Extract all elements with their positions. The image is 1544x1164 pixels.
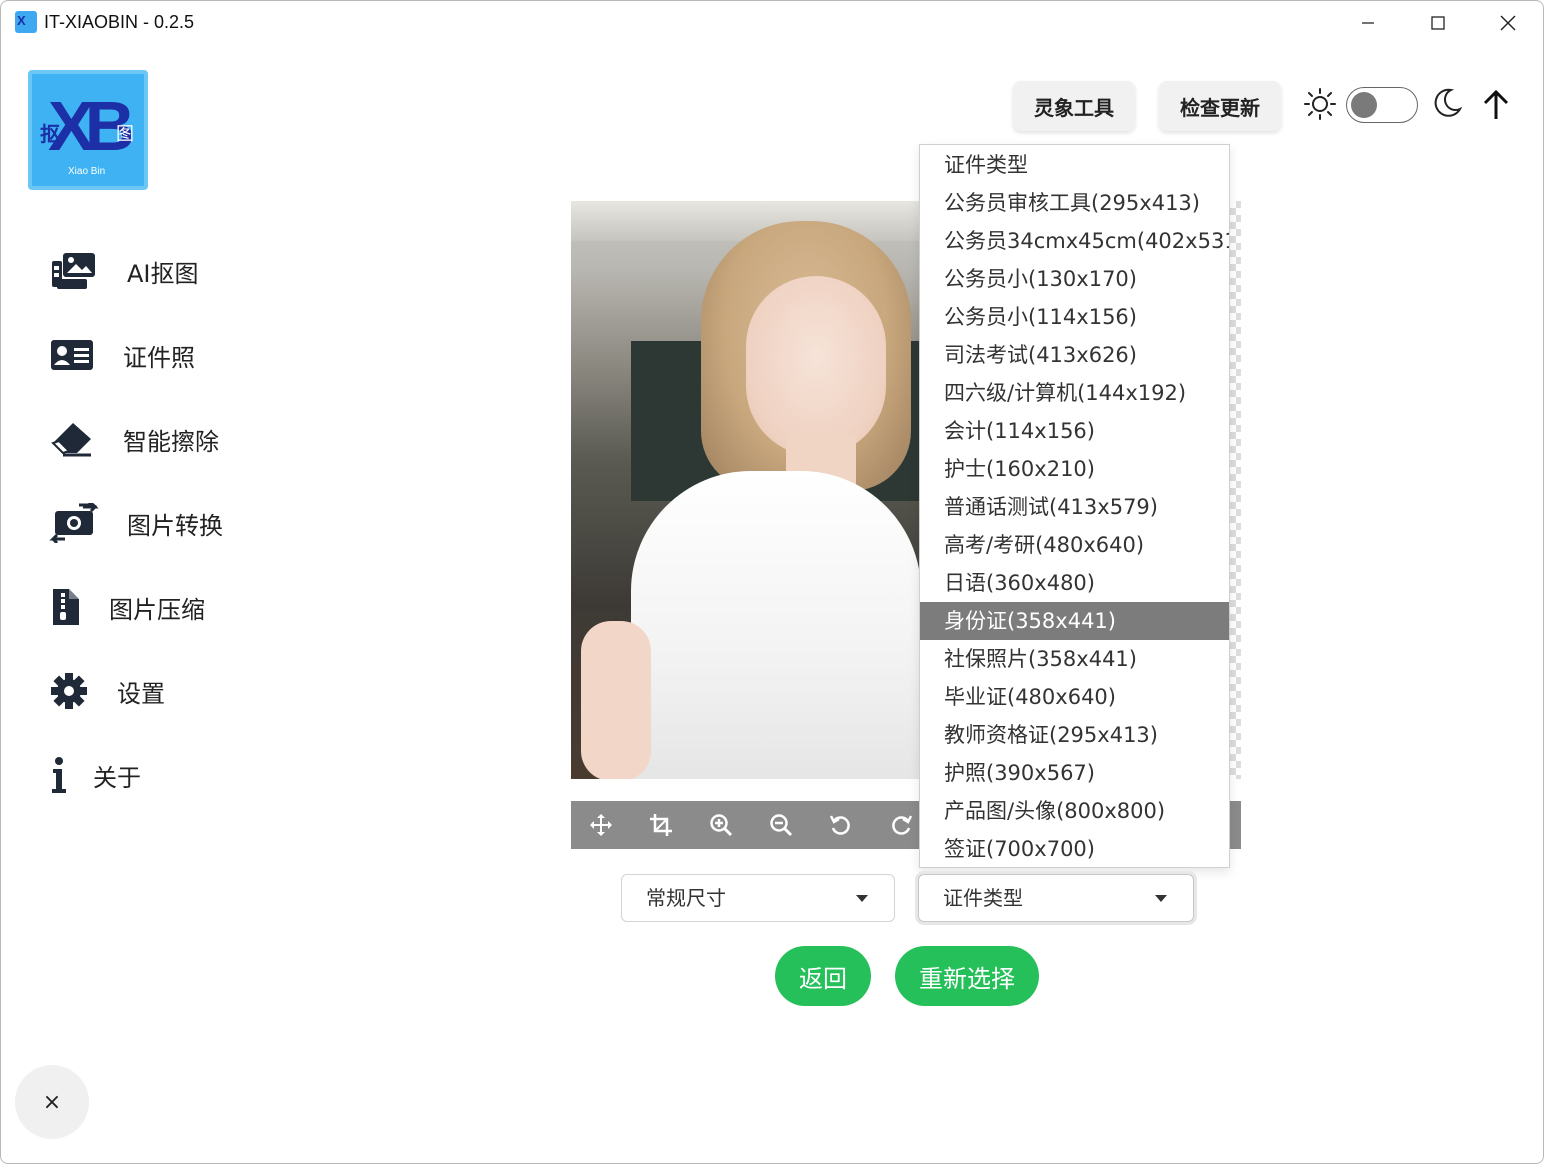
title-bar: X IT-XIAOBIN - 0.2.5 (1, 1, 1543, 45)
file-zip-icon (53, 589, 79, 625)
dropdown-item[interactable]: 身份证(358x441) (920, 602, 1229, 640)
rotate-left-button[interactable] (811, 801, 871, 849)
chevron-down-icon (1155, 895, 1167, 902)
zoom-in-button[interactable] (691, 801, 751, 849)
check-update-button[interactable]: 检查更新 (1159, 81, 1281, 131)
eraser-icon (51, 423, 91, 457)
photo-shirt (631, 471, 921, 779)
dropdown-item[interactable]: 护士(160x210) (920, 450, 1229, 488)
sidebar-item-smart-erase[interactable]: 智能擦除 (49, 409, 219, 469)
dropdown-item[interactable]: 签证(700x700) (920, 830, 1229, 868)
sidebar-item-image-compress[interactable]: 图片压缩 (49, 577, 205, 637)
dropdown-item[interactable]: 普通话测试(413x579) (920, 488, 1229, 526)
sidebar-item-ai-cutout[interactable]: AI抠图 (49, 241, 199, 301)
sidebar-item-label: AI抠图 (127, 259, 199, 288)
zoom-in-icon (710, 814, 733, 837)
app-window: X IT-XIAOBIN - 0.2.5 XB 抠 图 Xiao Bin AI抠… (0, 0, 1544, 1164)
size-select-value: 常规尺寸 (646, 886, 726, 910)
dropdown-item[interactable]: 产品图/头像(800x800) (920, 792, 1229, 830)
dropdown-item[interactable]: 日语(360x480) (920, 564, 1229, 602)
photo-arm (581, 621, 651, 779)
close-icon (1500, 15, 1516, 31)
window-title: IT-XIAOBIN - 0.2.5 (44, 12, 195, 32)
minimize-button[interactable] (1333, 1, 1403, 45)
dropdown-item[interactable]: 司法考试(413x626) (920, 336, 1229, 374)
dropdown-item[interactable]: 四六级/计算机(144x192) (920, 374, 1229, 412)
sidebar-item-label: 设置 (117, 679, 165, 708)
app-logo: XB 抠 图 Xiao Bin (28, 70, 148, 190)
dropdown-item[interactable]: 教师资格证(295x413) (920, 716, 1229, 754)
sidebar-item-label: 图片转换 (127, 511, 223, 540)
logo-right-char: 图 (116, 124, 134, 145)
minimize-icon (1362, 22, 1374, 24)
maximize-button[interactable] (1403, 1, 1473, 45)
dropdown-item[interactable]: 公务员小(114x156) (920, 298, 1229, 336)
dropdown-item[interactable]: 护照(390x567) (920, 754, 1229, 792)
photo-face (746, 276, 886, 456)
dropdown-item[interactable]: 社保照片(358x441) (920, 640, 1229, 678)
portrait-photo (571, 201, 921, 779)
size-select[interactable]: 常规尺寸 (621, 874, 895, 922)
sidebar-item-about[interactable]: 关于 (49, 745, 141, 805)
theme-toggle[interactable] (1346, 87, 1418, 123)
moon-icon[interactable] (1433, 87, 1463, 119)
crop-icon (650, 814, 672, 836)
sidebar-item-label: 图片压缩 (109, 595, 205, 624)
sidebar-item-label: 证件照 (123, 343, 195, 372)
dropdown-item[interactable]: 公务员小(130x170) (920, 260, 1229, 298)
toggle-knob (1351, 92, 1377, 118)
sidebar-item-settings[interactable]: 设置 (49, 661, 165, 721)
close-icon: × (42, 1089, 62, 1115)
logo-subtitle: Xiao Bin (68, 166, 106, 177)
zoom-out-button[interactable] (751, 801, 811, 849)
crop-tool-button[interactable] (631, 801, 691, 849)
app-icon: X (15, 11, 37, 33)
rotate-left-icon (829, 815, 850, 835)
gear-icon (51, 673, 87, 709)
back-button[interactable]: 返回 (775, 946, 871, 1006)
floating-close-button[interactable]: × (15, 1065, 89, 1139)
image-stack-icon (52, 253, 95, 289)
app-icon-glyph: X (17, 13, 26, 28)
arrow-up-icon[interactable] (1481, 89, 1511, 121)
dropdown-item[interactable]: 毕业证(480x640) (920, 678, 1229, 716)
id-type-dropdown-menu: 证件类型 公务员审核工具(295x413) 公务员34cmx45cm(402x531… (919, 144, 1230, 868)
chevron-down-icon (856, 895, 868, 902)
dropdown-item[interactable]: 公务员审核工具(295x413) (920, 184, 1229, 222)
maximize-icon (1431, 16, 1445, 30)
sidebar-item-id-photo[interactable]: 证件照 (49, 325, 195, 385)
logo-left-char: 抠 (40, 122, 60, 146)
lingxiang-tools-button[interactable]: 灵象工具 (1013, 81, 1135, 131)
info-icon (52, 757, 66, 793)
sidebar-item-label: 智能擦除 (123, 427, 219, 456)
id-card-icon (51, 340, 93, 370)
rotate-right-icon (892, 815, 913, 835)
sidebar-item-label: 关于 (93, 763, 141, 792)
dropdown-item[interactable]: 公务员34cmx45cm(402x531) (920, 222, 1229, 260)
sidebar-item-image-convert[interactable]: 图片转换 (49, 493, 223, 553)
close-window-button[interactable] (1473, 1, 1543, 45)
dropdown-item[interactable]: 会计(114x156) (920, 412, 1229, 450)
move-tool-button[interactable] (571, 801, 631, 849)
zoom-out-icon (770, 814, 793, 837)
reselect-button[interactable]: 重新选择 (895, 946, 1039, 1006)
dropdown-item[interactable]: 证件类型 (920, 146, 1229, 184)
sun-icon[interactable] (1303, 87, 1337, 121)
image-convert-icon (49, 503, 99, 543)
id-type-select[interactable]: 证件类型 (918, 874, 1194, 922)
photo-ceiling (571, 201, 921, 241)
id-type-select-value: 证件类型 (943, 886, 1023, 910)
move-icon (590, 814, 612, 836)
dropdown-item[interactable]: 高考/考研(480x640) (920, 526, 1229, 564)
